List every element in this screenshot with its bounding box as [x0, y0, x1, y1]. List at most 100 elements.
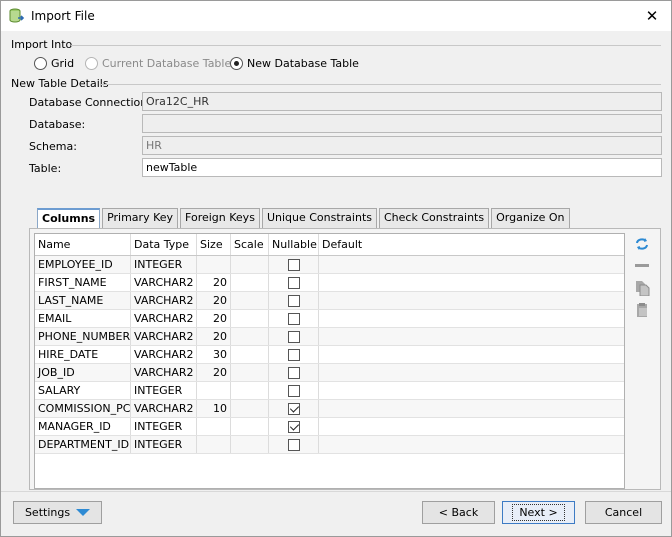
schema-field[interactable]: HR [142, 136, 662, 155]
column-header[interactable]: Data Type [131, 234, 197, 255]
tab-unique-constraints[interactable]: Unique Constraints [261, 208, 377, 228]
cell-scale[interactable] [231, 292, 269, 309]
cell-size[interactable]: 20 [197, 292, 231, 309]
cancel-button[interactable]: Cancel [585, 501, 662, 524]
table-row[interactable]: DEPARTMENT_ID INTEGER [35, 436, 624, 454]
cell-type[interactable]: INTEGER [131, 256, 197, 273]
cell-size[interactable]: 20 [197, 310, 231, 327]
table-row[interactable]: JOB_ID VARCHAR2 20 [35, 364, 624, 382]
cell-default[interactable] [319, 400, 624, 417]
cell-name[interactable]: HIRE_DATE [35, 346, 131, 363]
cell-type[interactable]: VARCHAR2 [131, 310, 197, 327]
table-row[interactable]: SALARY INTEGER [35, 382, 624, 400]
column-header[interactable]: Scale [231, 234, 269, 255]
column-header[interactable]: Default [319, 234, 624, 255]
table-row[interactable]: MANAGER_ID INTEGER [35, 418, 624, 436]
cell-default[interactable] [319, 310, 624, 327]
paste-icon[interactable] [632, 300, 652, 320]
cell-type[interactable]: VARCHAR2 [131, 346, 197, 363]
cell-size[interactable] [197, 436, 231, 453]
cell-type[interactable]: INTEGER [131, 382, 197, 399]
cell-default[interactable] [319, 436, 624, 453]
cell-type[interactable]: VARCHAR2 [131, 400, 197, 417]
tab-check-constraints[interactable]: Check Constraints [379, 208, 490, 228]
cell-scale[interactable] [231, 256, 269, 273]
nullable-checkbox[interactable] [287, 312, 300, 325]
cell-scale[interactable] [231, 418, 269, 435]
cell-name[interactable]: PHONE_NUMBER [35, 328, 131, 345]
cell-scale[interactable] [231, 346, 269, 363]
cell-name[interactable]: MANAGER_ID [35, 418, 131, 435]
cell-size[interactable]: 20 [197, 274, 231, 291]
cell-default[interactable] [319, 292, 624, 309]
table-row[interactable]: COMMISSION_PCT VARCHAR2 10 [35, 400, 624, 418]
cell-type[interactable]: VARCHAR2 [131, 364, 197, 381]
cell-name[interactable]: COMMISSION_PCT [35, 400, 131, 417]
cell-type[interactable]: INTEGER [131, 418, 197, 435]
nullable-checkbox[interactable] [287, 420, 300, 433]
cell-default[interactable] [319, 364, 624, 381]
cell-size[interactable] [197, 418, 231, 435]
cell-name[interactable]: FIRST_NAME [35, 274, 131, 291]
tab-organize-on[interactable]: Organize On [491, 208, 570, 228]
cell-scale[interactable] [231, 400, 269, 417]
cell-name[interactable]: EMAIL [35, 310, 131, 327]
table-row[interactable]: EMPLOYEE_ID INTEGER [35, 256, 624, 274]
cell-default[interactable] [319, 256, 624, 273]
next-button[interactable]: Next > [502, 501, 575, 524]
cell-default[interactable] [319, 418, 624, 435]
cell-size[interactable]: 30 [197, 346, 231, 363]
nullable-checkbox[interactable] [287, 366, 300, 379]
nullable-checkbox[interactable] [287, 348, 300, 361]
copy-icon[interactable] [632, 278, 652, 298]
tab-primary-key[interactable]: Primary Key [102, 208, 179, 228]
cell-scale[interactable] [231, 310, 269, 327]
cell-name[interactable]: DEPARTMENT_ID [35, 436, 131, 453]
table-row[interactable]: FIRST_NAME VARCHAR2 20 [35, 274, 624, 292]
tab-columns[interactable]: Columns [37, 208, 101, 229]
cell-name[interactable]: JOB_ID [35, 364, 131, 381]
cell-type[interactable]: INTEGER [131, 436, 197, 453]
radio-grid[interactable]: Grid [34, 57, 74, 70]
table-row[interactable]: HIRE_DATE VARCHAR2 30 [35, 346, 624, 364]
settings-button[interactable]: Settings [13, 501, 102, 524]
cell-name[interactable]: LAST_NAME [35, 292, 131, 309]
cell-scale[interactable] [231, 328, 269, 345]
cell-default[interactable] [319, 274, 624, 291]
remove-icon[interactable] [632, 256, 652, 276]
cell-scale[interactable] [231, 382, 269, 399]
cell-scale[interactable] [231, 364, 269, 381]
nullable-checkbox[interactable] [287, 294, 300, 307]
column-header[interactable]: Size [197, 234, 231, 255]
nullable-checkbox[interactable] [287, 276, 300, 289]
refresh-icon[interactable] [632, 234, 652, 254]
database-field[interactable] [142, 114, 662, 133]
tab-foreign-keys[interactable]: Foreign Keys [180, 208, 260, 228]
column-header[interactable]: Name [35, 234, 131, 255]
column-header[interactable]: Nullable [269, 234, 319, 255]
table-name-input[interactable]: newTable [142, 158, 662, 177]
cell-scale[interactable] [231, 436, 269, 453]
cell-size[interactable] [197, 256, 231, 273]
radio-new-database-table[interactable]: New Database Table [230, 57, 359, 70]
cell-size[interactable] [197, 382, 231, 399]
back-button[interactable]: < Back [422, 501, 495, 524]
cell-default[interactable] [319, 346, 624, 363]
close-button[interactable]: ✕ [643, 7, 661, 25]
cell-name[interactable]: EMPLOYEE_ID [35, 256, 131, 273]
cell-type[interactable]: VARCHAR2 [131, 274, 197, 291]
cell-type[interactable]: VARCHAR2 [131, 328, 197, 345]
nullable-checkbox[interactable] [287, 384, 300, 397]
nullable-checkbox[interactable] [287, 330, 300, 343]
cell-default[interactable] [319, 328, 624, 345]
nullable-checkbox[interactable] [287, 438, 300, 451]
table-row[interactable]: EMAIL VARCHAR2 20 [35, 310, 624, 328]
cell-size[interactable]: 20 [197, 364, 231, 381]
cell-name[interactable]: SALARY [35, 382, 131, 399]
cell-size[interactable]: 20 [197, 328, 231, 345]
cell-scale[interactable] [231, 274, 269, 291]
nullable-checkbox[interactable] [287, 258, 300, 271]
table-row[interactable]: PHONE_NUMBER VARCHAR2 20 [35, 328, 624, 346]
nullable-checkbox[interactable] [287, 402, 300, 415]
table-row[interactable]: LAST_NAME VARCHAR2 20 [35, 292, 624, 310]
